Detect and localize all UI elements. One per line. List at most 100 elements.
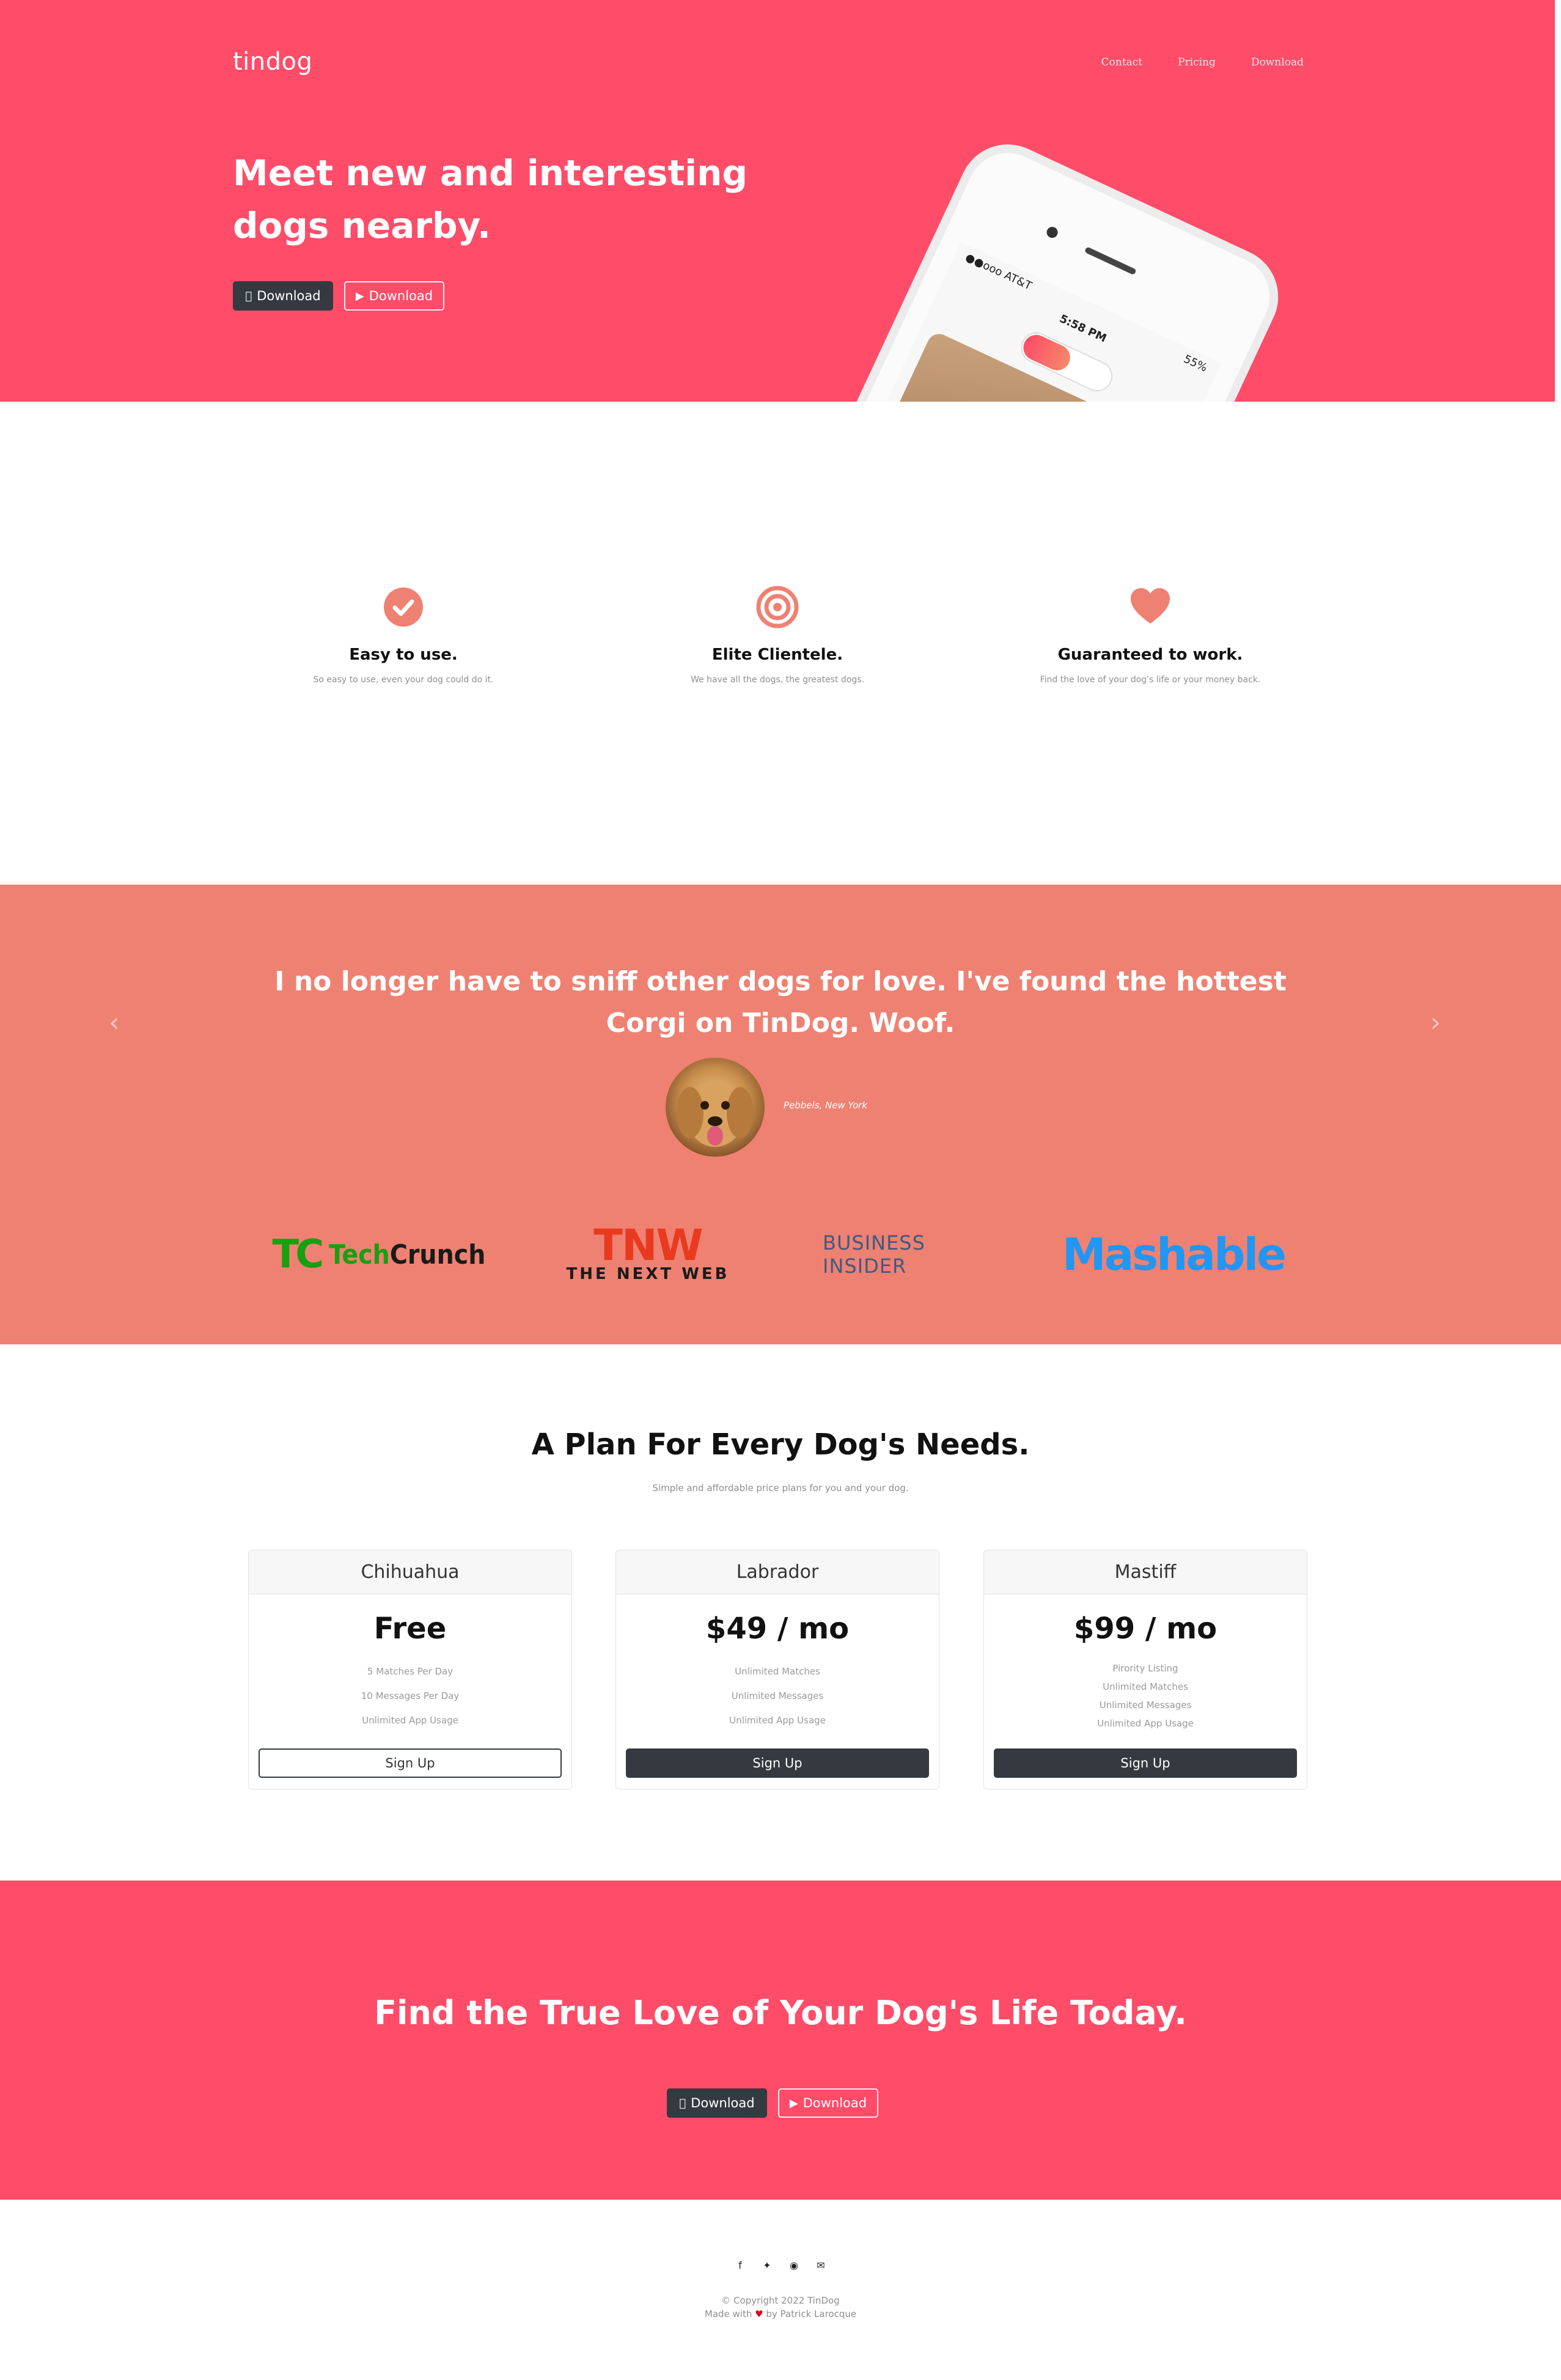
hero-title-line2: dogs nearby. bbox=[233, 205, 491, 246]
plan-price: $49 / mo bbox=[705, 1612, 850, 1646]
hero-title-line1: Meet new and interesting bbox=[233, 152, 747, 194]
phone-screen: ●●ooo AT&T 5:58 PM 55% bbox=[764, 241, 1222, 402]
heart-icon: ♥ bbox=[755, 2308, 763, 2319]
feature-text: Find the love of your dog's life or your… bbox=[1040, 675, 1261, 685]
plan-feature: Pirority Listing bbox=[1112, 1663, 1178, 1674]
testimonial-quote: I no longer have to sniff other dogs for… bbox=[230, 961, 1331, 1044]
heart-icon bbox=[1131, 588, 1170, 624]
check-circle-icon bbox=[384, 588, 423, 627]
techcrunch-mark: TC bbox=[272, 1232, 325, 1277]
hero-google-play-download-button[interactable]: ▶ Download bbox=[344, 281, 444, 311]
business-insider-wordmark: BUSINESS INSIDER bbox=[823, 1231, 925, 1278]
quote-line2: Corgi on TinDog. Woof. bbox=[606, 1008, 955, 1039]
techcrunch-wordmark: TechCrunch bbox=[329, 1239, 485, 1270]
feature-title: Guaranteed to work. bbox=[1057, 646, 1243, 664]
feature-elite: Elite Clientele. We have all the dogs, t… bbox=[619, 586, 936, 685]
made-with-line: Made with ♥ by Patrick Larocque bbox=[0, 2307, 1561, 2321]
hero-google-download-label: Download bbox=[369, 289, 433, 303]
feature-text: We have all the dogs, the greatest dogs. bbox=[690, 675, 865, 685]
plan-name: Labrador bbox=[616, 1550, 939, 1594]
phone-battery: 55% bbox=[1181, 352, 1210, 375]
nav-contact[interactable]: Contact bbox=[1101, 56, 1143, 68]
plan-feature: Unlimited Matches bbox=[1103, 1681, 1188, 1692]
google-play-icon: ▶ bbox=[355, 289, 364, 303]
plan-feature: Unlimited App Usage bbox=[362, 1715, 458, 1726]
feature-title: Easy to use. bbox=[349, 646, 458, 664]
plan-features: Unlimited Matches Unlimited Messages Unl… bbox=[616, 1659, 939, 1733]
feature-easy: Easy to use. So easy to use, even your d… bbox=[244, 586, 562, 685]
hero-title: Meet new and interesting dogs nearby. bbox=[233, 147, 783, 252]
hero-apple-download-button[interactable]:  Download bbox=[233, 281, 333, 311]
tnw-mark: TNW bbox=[593, 1220, 703, 1270]
made-by-text: by Patrick Larocque bbox=[766, 2308, 857, 2319]
copyright-block: © Copyright 2022 TinDog Made with ♥ by P… bbox=[0, 2294, 1561, 2321]
techcrunch-logo: TC TechCrunch bbox=[273, 1227, 486, 1282]
plan-card-labrador: Labrador $49 / mo Unlimited Matches Unli… bbox=[615, 1550, 939, 1789]
phone-carrier: ●●ooo AT&T bbox=[963, 251, 1034, 293]
plan-feature: Unlimited App Usage bbox=[1097, 1718, 1194, 1729]
plan-feature: Unlimited Messages bbox=[1099, 1700, 1192, 1711]
feature-title: Elite Clientele. bbox=[711, 646, 843, 664]
plan-feature: 10 Messages Per Day bbox=[361, 1690, 460, 1701]
tnw-wordmark: THE NEXT WEB bbox=[566, 1265, 730, 1283]
google-play-icon: ▶ bbox=[789, 2096, 798, 2110]
plan-price: Free bbox=[373, 1612, 447, 1646]
business-insider-logo: BUSINESS INSIDER bbox=[823, 1227, 1000, 1282]
facebook-icon[interactable]: f bbox=[735, 2260, 746, 2271]
social-links: f ✦ ◉ ✉ bbox=[0, 2260, 1561, 2271]
phone-time: 5:58 PM bbox=[1057, 312, 1109, 345]
tnw-logo: TNW THE NEXT WEB bbox=[550, 1220, 746, 1283]
made-with-text: Made with bbox=[704, 2308, 752, 2319]
feature-text: So easy to use, even your dog could do i… bbox=[313, 675, 494, 685]
plan-feature: Unlimited Messages bbox=[731, 1690, 824, 1701]
carousel-prev-icon[interactable]: ‹ bbox=[109, 1007, 120, 1038]
labrador-signup-button[interactable]: Sign Up bbox=[626, 1748, 929, 1778]
cta-google-play-download-button[interactable]: ▶ Download bbox=[778, 2088, 878, 2118]
phone-camera bbox=[1045, 225, 1060, 240]
phone-mockup: ●●ooo AT&T 5:58 PM 55% bbox=[700, 128, 1295, 402]
cta-google-download-label: Download bbox=[803, 2096, 867, 2110]
carousel-next-icon[interactable]: › bbox=[1430, 1007, 1441, 1038]
plan-card-chihuahua: Chihuahua Free 5 Matches Per Day 10 Mess… bbox=[248, 1550, 572, 1789]
toggle-knob bbox=[1019, 330, 1074, 375]
plan-feature: 5 Matches Per Day bbox=[367, 1666, 454, 1677]
cta-title: Find the True Love of Your Dog's Life To… bbox=[374, 1994, 1187, 2032]
top-nav: Contact Pricing Download bbox=[1101, 56, 1304, 68]
dog-avatar-image bbox=[677, 1081, 754, 1147]
testimonials-section: ‹ › I no longer have to sniff other dogs… bbox=[0, 885, 1561, 1344]
plan-name: Mastiff bbox=[984, 1550, 1307, 1594]
email-icon[interactable]: ✉ bbox=[815, 2260, 826, 2271]
apple-icon:  bbox=[245, 290, 252, 303]
cta-section: Find the True Love of Your Dog's Life To… bbox=[0, 1881, 1561, 2200]
techcrunch-word-b: Crunch bbox=[389, 1239, 486, 1270]
twitter-icon[interactable]: ✦ bbox=[762, 2260, 773, 2271]
phone-speaker bbox=[1084, 246, 1137, 276]
quote-line1: I no longer have to sniff other dogs for… bbox=[274, 966, 1287, 997]
nav-pricing[interactable]: Pricing bbox=[1178, 56, 1216, 68]
techcrunch-word-a: Tech bbox=[329, 1239, 390, 1270]
copyright-text: © Copyright 2022 TinDog bbox=[721, 2295, 840, 2306]
mastiff-signup-button[interactable]: Sign Up bbox=[994, 1748, 1297, 1778]
pricing-subtitle: Simple and affordable price plans for yo… bbox=[652, 1483, 909, 1494]
testimonial-avatar bbox=[666, 1058, 765, 1157]
plan-price: $99 / mo bbox=[1073, 1612, 1218, 1646]
dog-photo bbox=[788, 330, 1172, 402]
brand-logo[interactable]: tindog bbox=[233, 48, 312, 76]
pricing-title: A Plan For Every Dog's Needs. bbox=[531, 1428, 1030, 1462]
cta-apple-download-label: Download bbox=[687, 2096, 754, 2110]
bullseye-icon bbox=[756, 586, 799, 628]
apple-icon:  bbox=[679, 2097, 686, 2110]
mashable-wordmark: Mashable bbox=[1062, 1229, 1287, 1280]
nav-download[interactable]: Download bbox=[1251, 56, 1304, 68]
mashable-logo: Mashable bbox=[1062, 1227, 1287, 1282]
plan-feature: Unlimited App Usage bbox=[729, 1715, 826, 1726]
hero-apple-download-label: Download bbox=[253, 289, 320, 303]
testimonial-caption: Pebbels, New York bbox=[784, 1100, 868, 1111]
plan-features: Pirority Listing Unlimited Matches Unlim… bbox=[984, 1659, 1307, 1733]
plan-feature: Unlimited Matches bbox=[735, 1666, 820, 1677]
plan-features: 5 Matches Per Day 10 Messages Per Day Un… bbox=[249, 1659, 571, 1733]
hero-section: tindog Contact Pricing Download Meet new… bbox=[0, 0, 1555, 402]
instagram-icon[interactable]: ◉ bbox=[788, 2260, 799, 2271]
cta-apple-download-button[interactable]:  Download bbox=[667, 2088, 767, 2118]
chihuahua-signup-button[interactable]: Sign Up bbox=[259, 1748, 562, 1778]
